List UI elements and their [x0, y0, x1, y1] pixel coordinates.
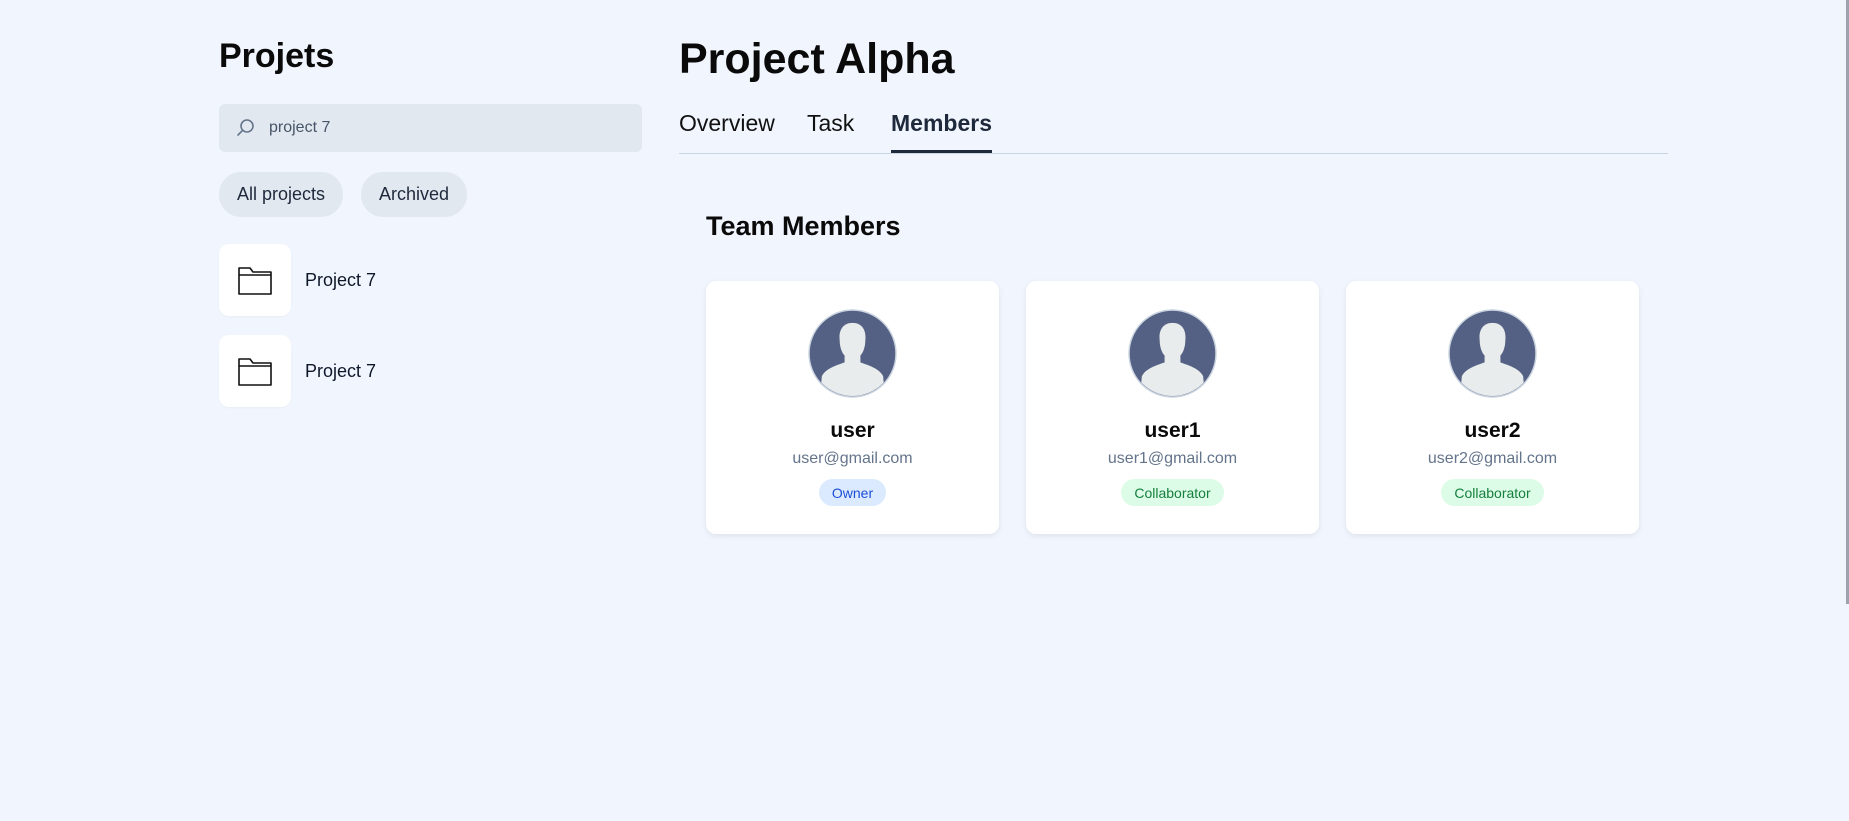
page-title: Project Alpha	[679, 35, 955, 83]
search-input[interactable]	[269, 119, 609, 137]
member-card[interactable]: user1 user1@gmail.com Collaborator	[1026, 281, 1319, 534]
tab-members[interactable]: Members	[891, 110, 992, 153]
project-tabs: Overview Task Members	[679, 108, 1668, 154]
role-badge: Collaborator	[1121, 479, 1224, 506]
search-icon	[236, 118, 256, 138]
project-name: Project 7	[305, 360, 377, 381]
folder-icon	[238, 267, 272, 295]
member-cards: user user@gmail.com Owner user1 user1@gm…	[706, 281, 1639, 534]
project-list-item[interactable]: Project 7	[219, 244, 376, 316]
member-name: user	[830, 419, 875, 442]
section-title: Team Members	[706, 211, 901, 241]
project-list: Project 7 Project 7	[219, 244, 376, 426]
search-box[interactable]	[219, 104, 642, 152]
project-name: Project 7	[305, 269, 377, 290]
folder-icon	[238, 358, 272, 386]
project-list-item[interactable]: Project 7	[219, 335, 376, 407]
project-thumbnail	[219, 244, 291, 316]
member-card[interactable]: user user@gmail.com Owner	[706, 281, 999, 534]
tab-task[interactable]: Task	[807, 110, 854, 153]
role-badge: Collaborator	[1441, 479, 1544, 506]
page: Projets All projects Archived	[0, 0, 1849, 821]
avatar-icon	[808, 309, 897, 398]
role-badge: Owner	[818, 479, 887, 506]
member-card[interactable]: user2 user2@gmail.com Collaborator	[1346, 281, 1639, 534]
member-email: user@gmail.com	[792, 450, 913, 467]
tab-overview[interactable]: Overview	[679, 110, 775, 153]
filter-all-projects[interactable]: All projects	[219, 172, 344, 217]
member-name: user1	[1144, 419, 1201, 442]
member-email: user2@gmail.com	[1427, 450, 1558, 467]
filter-archived[interactable]: Archived	[361, 172, 468, 217]
sidebar-title: Projets	[219, 37, 335, 75]
member-email: user1@gmail.com	[1107, 450, 1238, 467]
project-thumbnail	[219, 335, 291, 407]
filter-chips: All projects Archived	[219, 172, 468, 217]
member-name: user2	[1464, 419, 1521, 442]
avatar-icon	[1448, 309, 1537, 398]
avatar-icon	[1128, 309, 1217, 398]
